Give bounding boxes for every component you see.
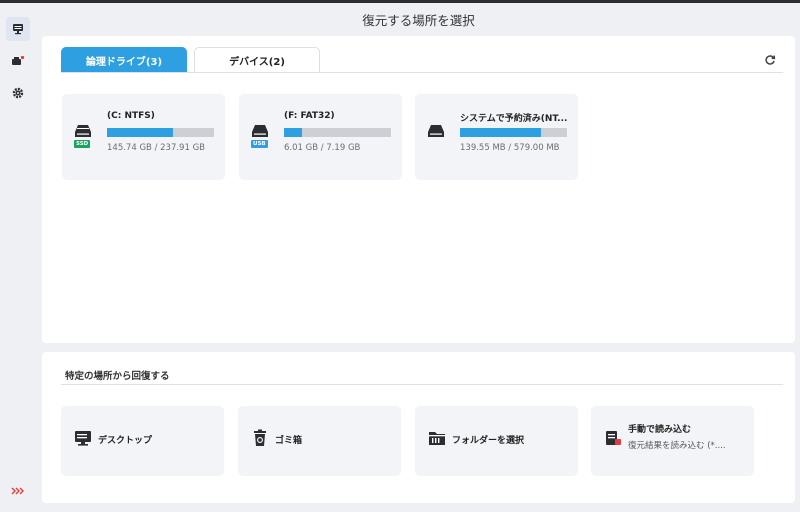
location-label: フォルダーを選択 xyxy=(452,436,525,446)
usage-bar-fill xyxy=(460,128,542,137)
tab-logical-drives[interactable]: 論理ドライブ(3) xyxy=(61,47,187,73)
usage-bar xyxy=(284,128,391,137)
locations-section-title: 特定の場所から回復する xyxy=(65,371,170,382)
drive-name: (C: NTFS) xyxy=(107,111,155,121)
settings-icon xyxy=(12,87,24,99)
drive-name: (F: FAT32) xyxy=(284,111,335,121)
sidebar xyxy=(0,3,37,512)
expand-sidebar-button[interactable] xyxy=(9,482,27,495)
location-manual-load[interactable]: 手動で読み込む 復元結果を読み込む (*.... xyxy=(591,406,754,476)
location-label: 手動で読み込む xyxy=(628,425,692,435)
drive-size: 139.55 MB / 579.00 MB xyxy=(460,143,560,153)
load-file-icon xyxy=(603,428,623,448)
location-select-folder[interactable]: フォルダーを選択 xyxy=(415,406,578,476)
section-divider xyxy=(61,384,783,385)
tab-devices[interactable]: デバイス(2) xyxy=(194,47,320,73)
drive-name: システムで予約済み(NT... xyxy=(460,114,568,124)
refresh-button[interactable] xyxy=(761,51,779,69)
location-label: デスクトップ xyxy=(98,436,153,446)
drive-card-f[interactable]: USB (F: FAT32) 6.01 GB / 7.19 GB xyxy=(239,94,402,180)
location-recycle-bin[interactable]: ゴミ箱 xyxy=(238,406,401,476)
usage-bar xyxy=(107,128,214,137)
usb-drive-icon: USB xyxy=(251,124,271,150)
usb-badge: USB xyxy=(251,140,268,148)
ssd-drive-icon: SSD xyxy=(74,124,94,150)
drive-card-system-reserved[interactable]: システムで予約済み(NT... 139.55 MB / 579.00 MB xyxy=(415,94,578,180)
drives-panel xyxy=(42,36,795,343)
usage-bar xyxy=(460,128,567,137)
chevrons-right-icon xyxy=(11,487,24,495)
recycle-bin-icon xyxy=(250,428,270,448)
drive-card-c[interactable]: SSD (C: NTFS) 145.74 GB / 237.91 GB xyxy=(62,94,225,180)
refresh-icon xyxy=(765,55,776,65)
usage-bar-fill xyxy=(107,128,173,137)
sidebar-item-settings[interactable] xyxy=(6,81,30,105)
location-desktop[interactable]: デスクトップ xyxy=(61,406,224,476)
location-label: ゴミ箱 xyxy=(275,436,303,446)
location-sublabel: 復元結果を読み込む (*.... xyxy=(628,441,726,451)
sidebar-item-devices[interactable] xyxy=(6,49,30,73)
devices-icon xyxy=(12,55,25,65)
usage-bar-fill xyxy=(284,128,302,137)
folder-icon xyxy=(427,428,447,448)
ssd-badge: SSD xyxy=(74,140,91,148)
desktop-icon xyxy=(73,428,93,448)
sidebar-item-computer[interactable] xyxy=(6,17,30,41)
page-title: 復元する場所を選択 xyxy=(362,12,475,28)
hard-drive-icon xyxy=(427,124,447,150)
drive-size: 145.74 GB / 237.91 GB xyxy=(107,143,205,153)
tab-divider xyxy=(61,72,783,73)
drive-size: 6.01 GB / 7.19 GB xyxy=(284,143,361,153)
computer-icon xyxy=(13,24,23,35)
